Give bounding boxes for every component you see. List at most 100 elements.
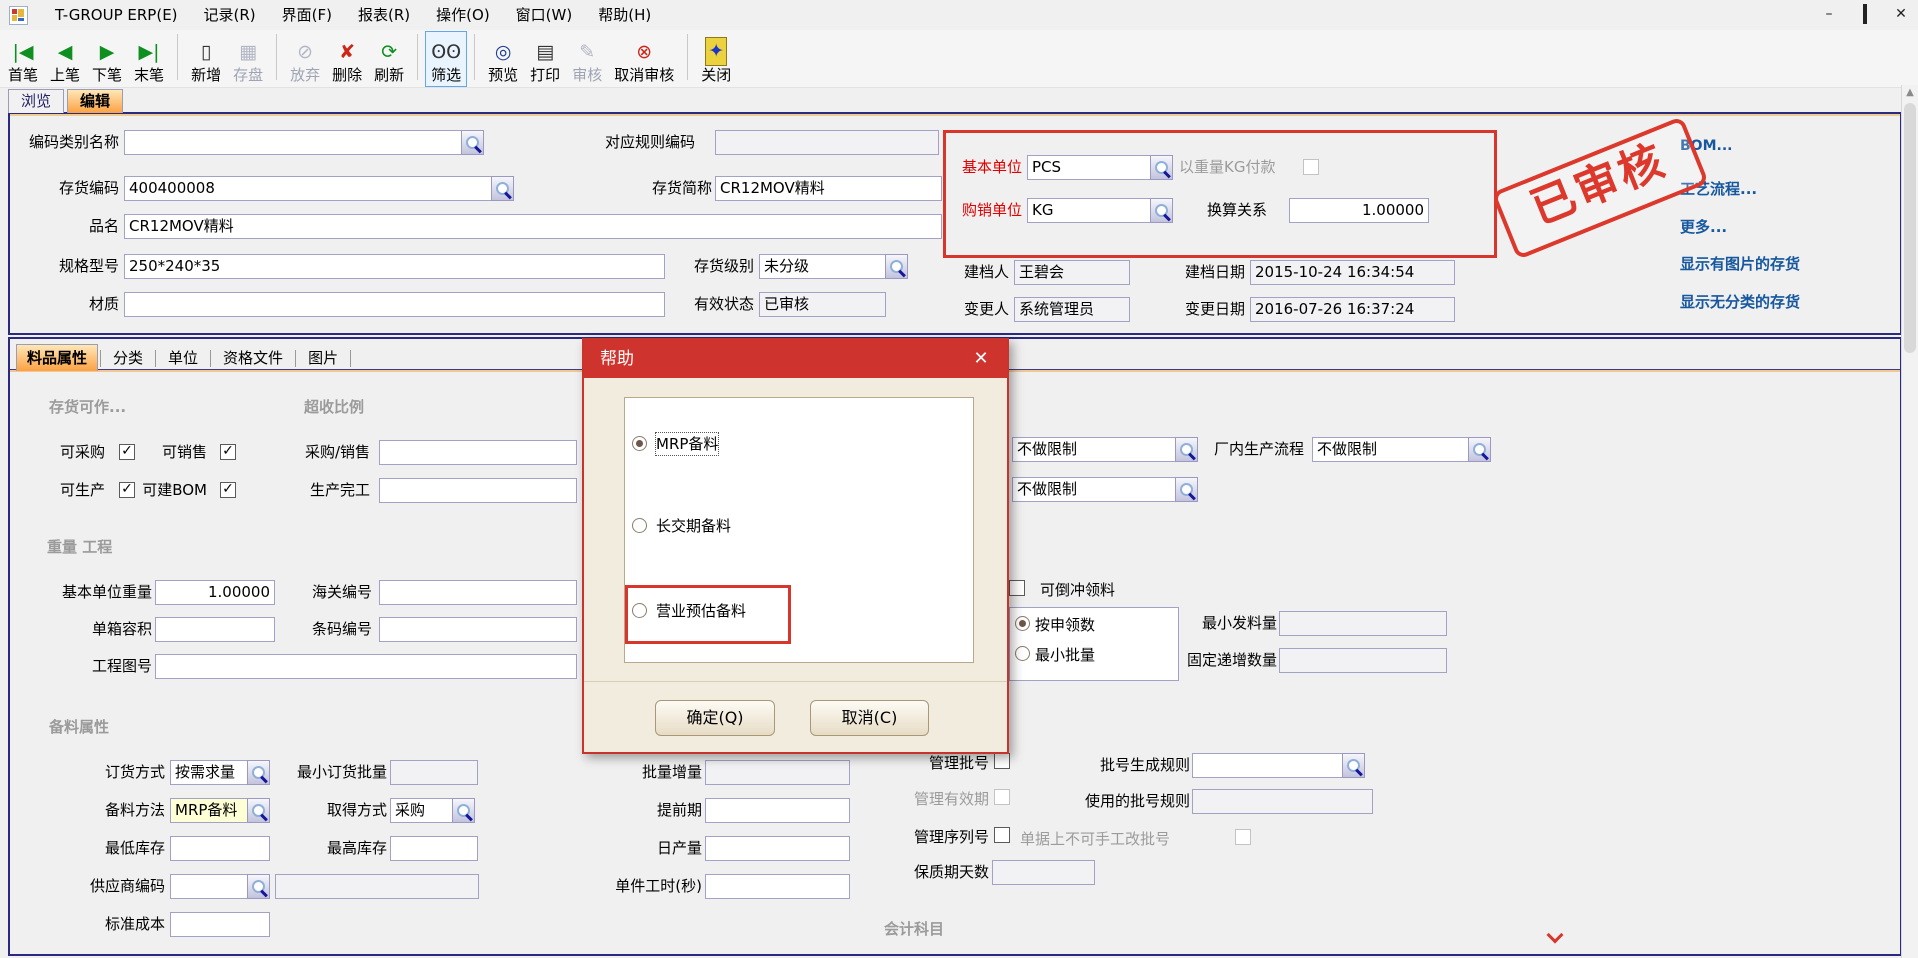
bom-buildable-checkbox[interactable]	[220, 482, 236, 498]
menu-report[interactable]: 报表(R)	[345, 0, 423, 30]
show-unclassified-link[interactable]: 显示无分类的存货	[1680, 291, 1800, 312]
factory-flow-lookup-button[interactable]	[1468, 437, 1491, 462]
toolbar-first-button[interactable]: |◀首笔	[2, 31, 44, 87]
spec-input[interactable]: 250*240*35	[124, 254, 665, 279]
sales-forecast-spare-option[interactable]: 营业预估备料	[656, 600, 746, 622]
toolbar-print-button[interactable]: ▤打印	[524, 31, 566, 87]
batch-rule-input[interactable]	[1192, 753, 1343, 778]
item-name-input[interactable]: CR12MOV精料	[124, 214, 942, 239]
pay-by-kg-checkbox[interactable]	[1303, 159, 1319, 175]
toolbar-abandon-button[interactable]: ⊘放弃	[284, 31, 326, 87]
manage-batch-checkbox[interactable]	[994, 753, 1010, 769]
item-level-input[interactable]: 未分级	[759, 254, 886, 279]
tab-classification[interactable]: 分类	[103, 345, 153, 371]
menu-record[interactable]: 记录(R)	[191, 0, 269, 30]
item-code-lookup-button[interactable]	[491, 176, 514, 201]
toolbar-audit-button[interactable]: ✎审核	[566, 31, 608, 87]
toolbar-prev-button[interactable]: ◀上笔	[44, 31, 86, 87]
barcode-input[interactable]	[379, 617, 577, 642]
tab-browse[interactable]: 浏览	[8, 89, 64, 113]
min-batch-radio[interactable]	[1015, 646, 1030, 661]
min-issue-input[interactable]	[1279, 611, 1447, 636]
sellable-checkbox[interactable]	[220, 444, 236, 460]
drawing-input[interactable]	[155, 654, 577, 679]
more-below-chevron-icon[interactable]	[1548, 929, 1561, 942]
long-lead-spare-radio[interactable]	[632, 518, 647, 533]
item-level-lookup-button[interactable]	[885, 254, 908, 279]
item-abbr-input[interactable]: CR12MOV精料	[715, 176, 942, 201]
close-window-button[interactable]: ✕	[1890, 4, 1912, 24]
tab-unit[interactable]: 单位	[158, 345, 208, 371]
daily-output-input[interactable]	[705, 836, 850, 861]
used-rule-input[interactable]	[1192, 789, 1373, 814]
conversion-input[interactable]: 1.00000	[1289, 198, 1429, 223]
menu-interface[interactable]: 界面(F)	[269, 0, 345, 30]
manage-serial-checkbox[interactable]	[994, 827, 1010, 843]
acquire-lookup-button[interactable]	[452, 798, 475, 823]
batch-inc-input[interactable]	[705, 760, 850, 785]
shelf-days-input[interactable]	[992, 860, 1095, 885]
toolbar-preview-button[interactable]: ◎预览	[482, 31, 524, 87]
batch-rule-lookup-button[interactable]	[1342, 753, 1365, 778]
unit-hours-input[interactable]	[705, 874, 850, 899]
toolbar-delete-button[interactable]: ✘删除	[326, 31, 368, 87]
toolbar-save-button[interactable]: ▦存盘	[227, 31, 269, 87]
toolbar-next-button[interactable]: ▶下笔	[86, 31, 128, 87]
restore-button[interactable]	[1854, 4, 1876, 24]
max-stock-input[interactable]	[390, 836, 478, 861]
material-input[interactable]	[124, 292, 665, 317]
factory-flow-input[interactable]: 不做限制	[1312, 437, 1469, 462]
coding-category-input[interactable]	[124, 130, 462, 155]
coding-category-lookup-button[interactable]	[461, 130, 484, 155]
trade-unit-input[interactable]: KG	[1027, 198, 1151, 223]
customs-input[interactable]	[379, 580, 577, 605]
tab-edit[interactable]: 编辑	[67, 89, 123, 113]
std-cost-input[interactable]	[170, 912, 270, 937]
scrollbar-thumb[interactable]	[1904, 103, 1916, 353]
base-unit-lookup-button[interactable]	[1150, 155, 1173, 180]
supplier-lookup-button[interactable]	[247, 874, 270, 899]
mrp-spare-radio[interactable]	[632, 436, 647, 451]
fixed-inc-input[interactable]	[1279, 648, 1447, 673]
toolbar-close-button[interactable]: ✦关闭	[695, 31, 737, 87]
supplier-input[interactable]	[170, 874, 248, 899]
dialog-titlebar[interactable]: 帮助	[584, 340, 1007, 378]
limit2-lookup-button[interactable]	[1175, 477, 1198, 502]
manage-valid-checkbox[interactable]	[994, 789, 1010, 805]
long-lead-spare-option[interactable]: 长交期备料	[656, 515, 731, 537]
dialog-ok-button[interactable]: 确定(Q)	[655, 700, 775, 736]
scroll-up-icon[interactable]: ▲	[1902, 85, 1918, 101]
by-apply-radio[interactable]	[1015, 616, 1030, 631]
limit1-input[interactable]: 不做限制	[1012, 437, 1176, 462]
more-link[interactable]: 更多...	[1680, 216, 1727, 237]
minimize-button[interactable]: –	[1818, 4, 1840, 24]
menu-window[interactable]: 窗口(W)	[503, 0, 586, 30]
menu-help[interactable]: 帮助(H)	[585, 0, 664, 30]
dialog-close-button[interactable]: ✕	[967, 340, 995, 378]
prod-done-input[interactable]	[379, 478, 577, 503]
acquire-input[interactable]: 采购	[390, 798, 453, 823]
no-manual-checkbox[interactable]	[1235, 829, 1251, 845]
toolbar-refresh-button[interactable]: ⟳刷新	[368, 31, 410, 87]
rule-code-input[interactable]	[715, 130, 939, 155]
show-picture-items-link[interactable]: 显示有图片的存货	[1680, 253, 1800, 274]
sales-forecast-spare-radio[interactable]	[632, 603, 647, 618]
menu-operate[interactable]: 操作(O)	[423, 0, 503, 30]
dialog-cancel-button[interactable]: 取消(C)	[810, 700, 929, 736]
tab-picture[interactable]: 图片	[298, 345, 348, 371]
toolbar-new-button[interactable]: ▯新增	[185, 31, 227, 87]
limit2-input[interactable]: 不做限制	[1012, 477, 1176, 502]
mrp-spare-option[interactable]: MRP备料	[656, 433, 718, 455]
tab-item-attributes[interactable]: 料品属性	[16, 344, 98, 371]
vertical-scrollbar[interactable]: ▲	[1901, 85, 1918, 958]
purchase-sale-input[interactable]	[379, 440, 577, 465]
menu-app-title[interactable]: T-GROUP ERP(E)	[42, 0, 191, 30]
toolbar-cancel-audit-button[interactable]: ⊗取消审核	[608, 31, 680, 87]
toolbar-filter-button[interactable]: ʘʘ筛选	[425, 31, 467, 87]
item-code-input[interactable]: 400400008	[124, 176, 492, 201]
tab-qualification[interactable]: 资格文件	[213, 345, 293, 371]
toolbar-last-button[interactable]: ▶|末笔	[128, 31, 170, 87]
lead-time-input[interactable]	[705, 798, 850, 823]
base-unit-input[interactable]: PCS	[1027, 155, 1151, 180]
backflush-checkbox[interactable]	[1009, 580, 1025, 596]
